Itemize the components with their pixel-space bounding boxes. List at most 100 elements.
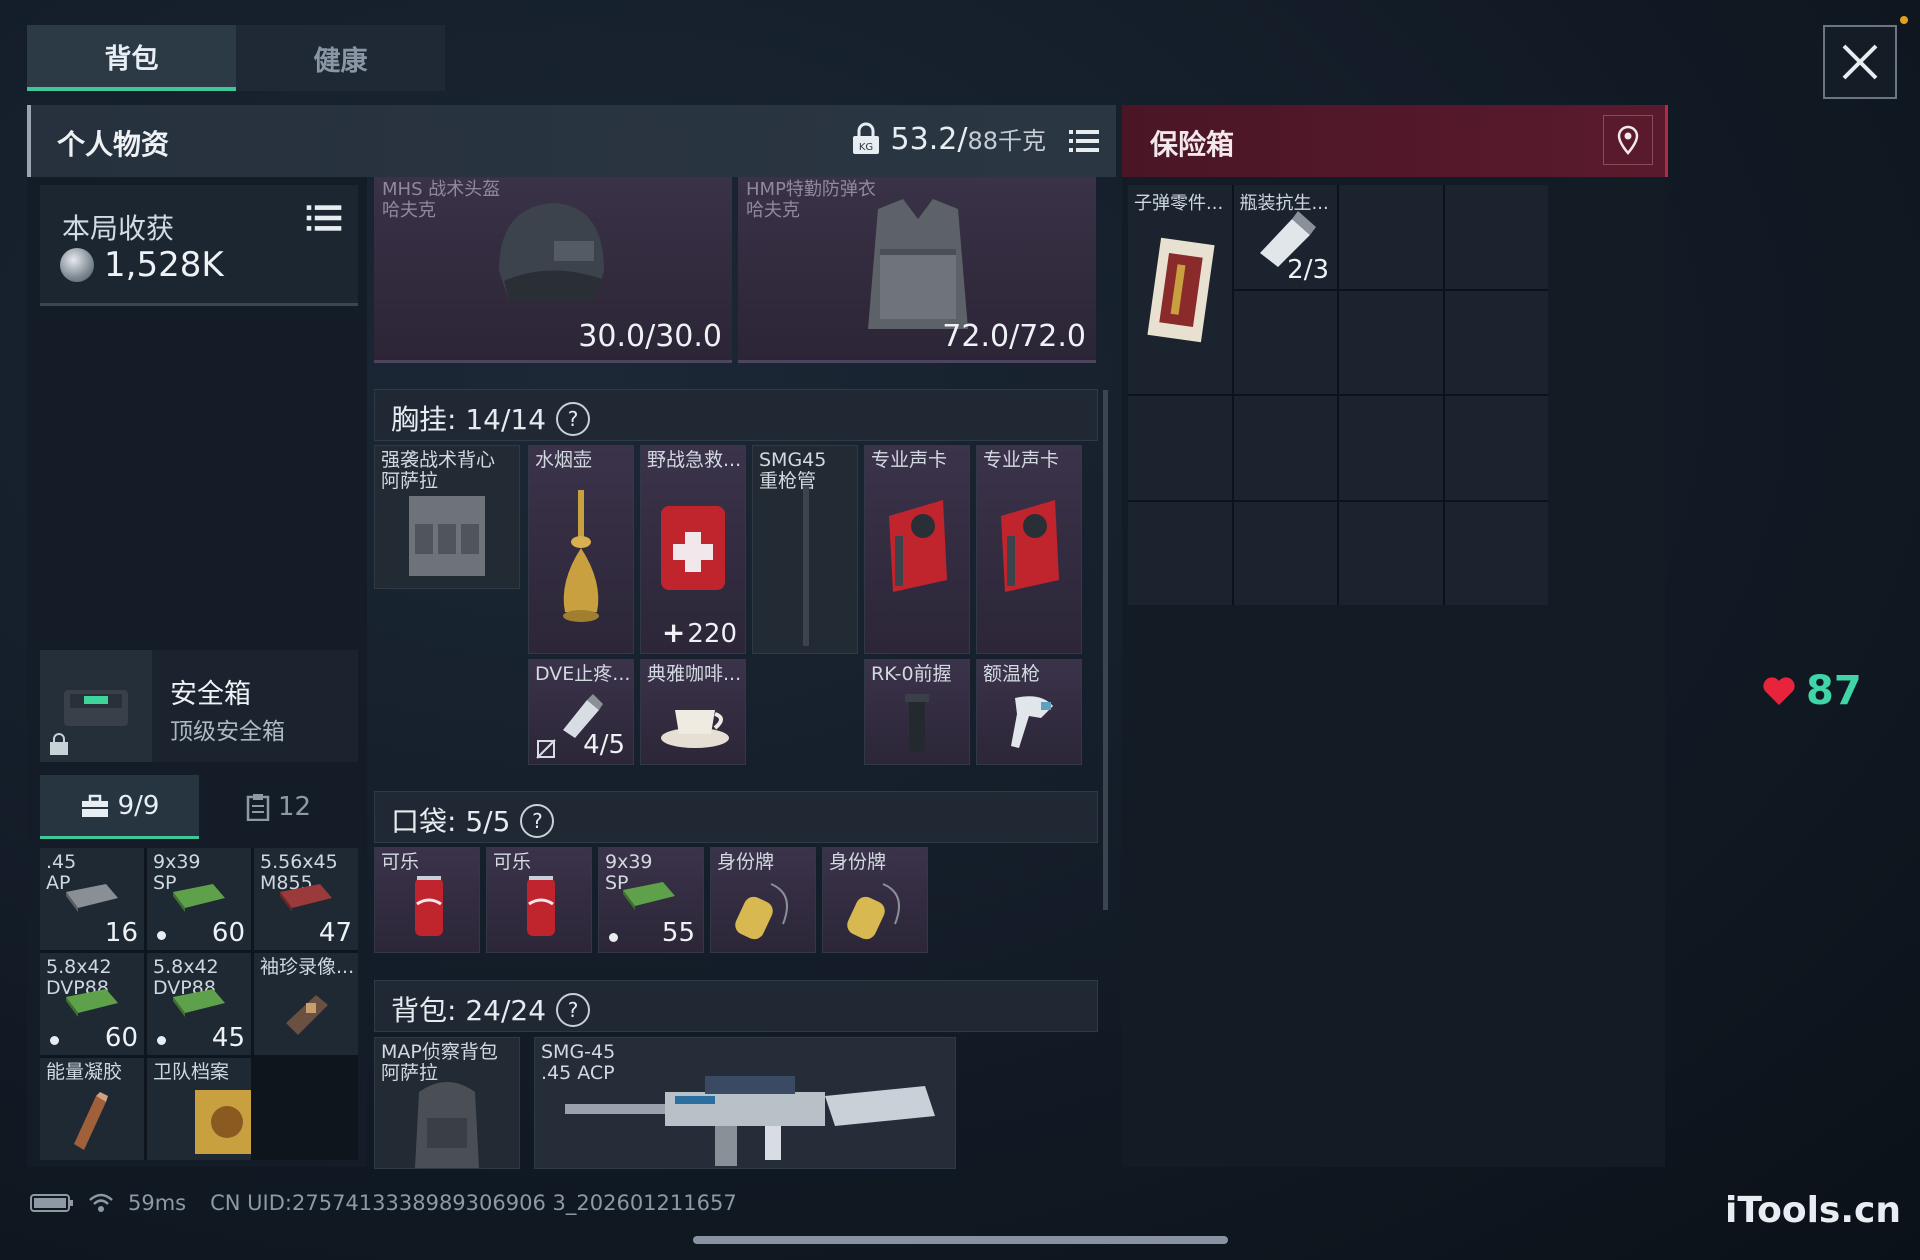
tactical-vest-icon bbox=[409, 496, 485, 576]
chest-item[interactable]: 额温枪 bbox=[976, 659, 1082, 765]
chest-rig-label: 胸挂: bbox=[391, 403, 457, 436]
chest-rig-header: 胸挂: 14/14? bbox=[374, 389, 1098, 441]
helmet-slot[interactable]: MHS 战术头盔 哈夫克 30.0/30.0 bbox=[374, 177, 732, 363]
pocket-header: 口袋: 5/5? bbox=[374, 791, 1098, 843]
safebox-item[interactable]: 瓶装抗生... 2/3 bbox=[1233, 185, 1337, 289]
help-icon[interactable]: ? bbox=[556, 993, 591, 1027]
pocket-item[interactable]: 9x39 SP 55 bbox=[598, 847, 704, 953]
safebox-slot-empty[interactable] bbox=[1128, 501, 1232, 605]
safebox-slot-empty[interactable] bbox=[1339, 290, 1443, 394]
coffee-cup-icon bbox=[661, 710, 729, 748]
safebox-slot-empty[interactable] bbox=[1444, 290, 1548, 394]
safebox-slot-empty[interactable] bbox=[1233, 290, 1337, 394]
close-button[interactable] bbox=[1823, 25, 1897, 99]
toolbox-count: 9/9 bbox=[117, 790, 160, 821]
earnings-list-button[interactable] bbox=[306, 203, 346, 243]
chest-item[interactable]: 野战急救... +220 bbox=[640, 445, 746, 654]
no-durability-icon bbox=[536, 739, 556, 759]
backpack-icon bbox=[415, 1082, 479, 1168]
tab-health[interactable]: 健康 bbox=[236, 25, 445, 91]
first-aid-value: +220 bbox=[661, 616, 737, 649]
list-icon bbox=[306, 205, 342, 231]
heart-icon bbox=[1763, 677, 1795, 705]
safebox-slot-empty[interactable] bbox=[1339, 501, 1443, 605]
ammo-box-icon bbox=[173, 884, 225, 912]
safebox-slot-empty[interactable] bbox=[1444, 396, 1548, 500]
chest-item[interactable]: DVE止疼... 4/5 bbox=[528, 659, 634, 765]
ammo-box-icon bbox=[66, 989, 118, 1017]
safebox-header: 保险箱 bbox=[1122, 105, 1668, 177]
backpack-header: 背包: 24/24? bbox=[374, 980, 1098, 1032]
help-icon[interactable]: ? bbox=[556, 402, 591, 436]
storage-item[interactable]: 5.8x42 DVP88 45 bbox=[147, 953, 251, 1055]
health-value: 87 bbox=[1806, 668, 1862, 714]
energy-gel-icon bbox=[74, 1092, 108, 1150]
safebox-slot-empty[interactable] bbox=[1233, 501, 1337, 605]
chest-item[interactable]: SMG45 重枪管 bbox=[752, 445, 858, 654]
tab-toolbox[interactable]: 9/9 bbox=[40, 775, 199, 839]
chest-rig-slot[interactable]: 强袭战术背心 阿萨拉 bbox=[374, 445, 520, 589]
pocket-item[interactable]: 可乐 bbox=[486, 847, 592, 953]
safebox-slot-empty[interactable] bbox=[1233, 396, 1337, 500]
helmet-icon bbox=[499, 203, 604, 301]
chest-item[interactable]: RK-0前握 bbox=[864, 659, 970, 765]
chest-item[interactable]: 典雅咖啡... bbox=[640, 659, 746, 765]
pocket-item[interactable]: 身份牌 bbox=[822, 847, 928, 953]
chest-item[interactable]: 专业声卡 bbox=[976, 445, 1082, 654]
safebox-item[interactable]: 子弹零件... bbox=[1128, 185, 1232, 394]
safebox-card[interactable]: 安全箱 顶级安全箱 bbox=[40, 650, 358, 762]
safebox-slot-empty[interactable] bbox=[1339, 185, 1443, 289]
storage-item[interactable]: .45 AP 16 bbox=[40, 848, 144, 950]
home-indicator[interactable] bbox=[693, 1236, 1228, 1244]
storage-item-empty[interactable] bbox=[254, 1058, 358, 1160]
backpack-label: 背包: bbox=[391, 994, 457, 1027]
storage-tabs: 9/9 12 bbox=[40, 775, 358, 839]
weapon-slot[interactable]: SMG-45 .45 ACP bbox=[534, 1037, 956, 1169]
sound-card-icon bbox=[1001, 500, 1059, 592]
safebox-slot-empty[interactable] bbox=[1128, 396, 1232, 500]
storage-item[interactable]: 能量凝胶 bbox=[40, 1058, 144, 1160]
wifi-icon bbox=[89, 1193, 113, 1212]
storage-item[interactable]: 卫队档案 bbox=[147, 1058, 251, 1160]
pocket-item[interactable]: 身份牌 bbox=[710, 847, 816, 953]
clipboard-count: 12 bbox=[277, 792, 312, 822]
dog-tag-icon bbox=[847, 883, 900, 940]
armor-slot[interactable]: HMP特勤防弹衣 哈夫克 72.0/72.0 bbox=[738, 177, 1096, 363]
equipment-area: MHS 战术头盔 哈夫克 30.0/30.0 HMP特勤防弹衣 哈夫克 72.0… bbox=[370, 177, 1105, 1169]
safebox-slot-empty[interactable] bbox=[1444, 185, 1548, 289]
storage-item[interactable]: 袖珍录像... bbox=[254, 953, 358, 1055]
scrollbar[interactable] bbox=[1103, 390, 1108, 910]
safebox-subtitle: 顶级安全箱 bbox=[170, 719, 285, 745]
earnings-value: 1,528K bbox=[104, 245, 224, 285]
chest-item[interactable]: 水烟壶 bbox=[528, 445, 634, 654]
sort-list-button[interactable] bbox=[1062, 119, 1106, 163]
marker-dot bbox=[50, 1036, 59, 1045]
chest-item[interactable]: 专业声卡 bbox=[864, 445, 970, 654]
safebox-name: 安全箱 bbox=[170, 679, 251, 710]
tab-backpack[interactable]: 背包 bbox=[27, 25, 236, 91]
marker-dot bbox=[157, 1036, 166, 1045]
personal-items-header: 个人物资 KG 53.2/88千克 bbox=[27, 105, 1116, 177]
storage-item[interactable]: 5.56x45 M855 47 bbox=[254, 848, 358, 950]
pocket-count: 5/5 bbox=[465, 805, 511, 838]
ping: 59ms bbox=[128, 1191, 187, 1215]
safebox-slot-empty[interactable] bbox=[1444, 501, 1548, 605]
safebox-slot-empty[interactable] bbox=[1339, 396, 1443, 500]
tab-clipboard[interactable]: 12 bbox=[199, 775, 358, 839]
earnings-label: 本局收获 bbox=[62, 212, 175, 245]
personal-items-title: 个人物资 bbox=[57, 128, 170, 161]
help-icon[interactable]: ? bbox=[520, 804, 555, 838]
weight-icon: KG bbox=[852, 122, 879, 154]
pocket-item[interactable]: 可乐 bbox=[374, 847, 480, 953]
marker-dot bbox=[157, 931, 166, 940]
sound-card-icon bbox=[889, 500, 947, 592]
storage-item[interactable]: 5.8x42 DVP88 60 bbox=[40, 953, 144, 1055]
chest-rig-count: 14/14 bbox=[465, 403, 547, 436]
document-icon bbox=[195, 1090, 251, 1154]
foregrip-icon bbox=[905, 694, 929, 752]
location-button[interactable] bbox=[1603, 115, 1653, 165]
storage-item[interactable]: 9x39 SP 60 bbox=[147, 848, 251, 950]
armor-vest-icon bbox=[868, 199, 968, 329]
lock-icon bbox=[50, 733, 68, 755]
backpack-slot[interactable]: MAP侦察背包 阿萨拉 bbox=[374, 1037, 520, 1169]
